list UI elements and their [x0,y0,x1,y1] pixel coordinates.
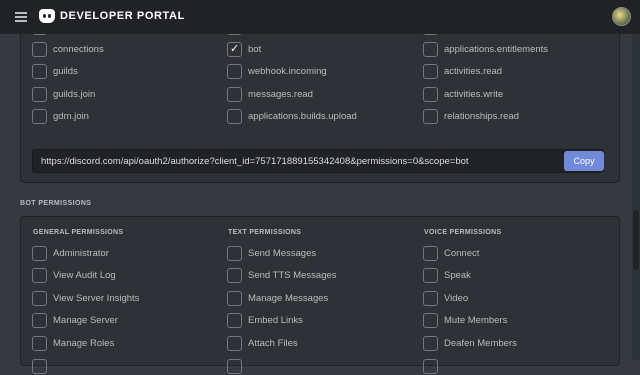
scope-item-webhook-incoming[interactable]: webhook.incoming [227,63,327,81]
permission-checkbox[interactable] [32,335,47,351]
permission-checkbox[interactable] [227,290,242,306]
top-bar: DEVELOPER PORTAL [0,0,640,34]
permission-item-manage-messages[interactable]: Manage Messages [227,289,328,307]
permission-item-view-server-insights[interactable]: View Server Insights [32,289,139,307]
generated-url-text[interactable]: https://discord.com/api/oauth2/authorize… [41,156,469,167]
permission-checkbox[interactable] [32,313,47,329]
permission-label: Manage Messages [248,292,329,304]
permission-checkbox[interactable] [423,335,438,351]
scope-checkbox[interactable] [227,86,242,102]
permission-item-connect[interactable]: Connect [423,244,479,262]
text-permissions-title: TEXT PERMISSIONS [228,229,302,236]
scope-checkbox[interactable] [423,86,438,102]
permission-item-send-tts-messages[interactable]: Send TTS Messages [227,267,337,285]
permission-checkbox[interactable] [227,335,242,351]
scope-label: applications.entitlements [444,43,549,55]
scope-item-connections[interactable]: connections [32,40,104,58]
scope-item-applications-entitlements[interactable]: applications.entitlements [423,40,548,58]
scope-label: messages.read [248,88,313,100]
scope-label: relationships.read [444,111,519,123]
permission-item-embed-links[interactable]: Embed Links [227,312,303,330]
scope-checkbox[interactable] [32,41,47,57]
permission-checkbox[interactable] [32,245,47,261]
permission-checkbox[interactable] [227,245,242,261]
permission-item-administrator[interactable]: Administrator [32,244,109,262]
user-avatar[interactable] [612,7,631,26]
permission-checkbox[interactable] [423,313,438,329]
general-permissions-title: GENERAL PERMISSIONS [33,229,124,236]
scope-label: connections [53,43,104,55]
permission-checkbox[interactable] [423,268,438,284]
permission-label: Attach Files [248,337,298,349]
permission-item-send-messages[interactable]: Send Messages [227,244,316,262]
scope-item-activities-write[interactable]: activities.write [423,85,503,103]
scope-item-activities-read[interactable]: activities.read [423,63,502,81]
scope-checkbox[interactable] [423,41,438,57]
permission-checkbox[interactable] [32,358,47,374]
scope-label: applications.builds.upload [248,111,357,123]
scope-label: activities.read [444,66,503,78]
copy-button[interactable]: Copy [564,151,604,171]
scope-label: gdm.join [53,111,89,123]
scope-item-messages-read[interactable]: messages.read [227,85,313,103]
permission-item-mute-members[interactable]: Mute Members [423,312,507,330]
scope-label: webhook.incoming [248,66,327,78]
permission-checkbox[interactable] [227,313,242,329]
permission-label: Manage Roles [53,337,115,349]
permission-label: Speak [444,270,471,282]
scope-checkbox[interactable] [227,64,242,80]
permission-checkbox[interactable] [32,268,47,284]
scope-checkbox[interactable] [32,64,47,80]
scope-checkbox[interactable] [32,86,47,102]
scope-checkbox[interactable] [423,109,438,125]
scope-item-applications-builds-upload[interactable]: applications.builds.upload [227,108,357,126]
permission-label: Manage Server [53,315,118,327]
permission-item-attach-files[interactable]: Attach Files [227,334,298,352]
permission-label: Video [444,292,469,304]
scope-item-gdm-join[interactable]: gdm.join [32,108,89,126]
scrollbar-track[interactable] [632,34,640,360]
permission-item-speak[interactable]: Speak [423,267,471,285]
permission-checkbox[interactable] [423,358,438,374]
permission-checkbox[interactable] [32,290,47,306]
permission-checkbox[interactable] [227,358,242,374]
permission-label: Deafen Members [444,337,517,349]
scope-checkbox[interactable] [32,109,47,125]
permission-label: Send Messages [248,247,317,259]
permission-label: Connect [444,247,480,259]
permission-item-view-audit-log[interactable]: View Audit Log [32,267,116,285]
discord-logo-icon[interactable] [39,9,55,23]
permission-item-manage-roles[interactable]: Manage Roles [32,334,114,352]
bot-permissions-title: BOT PERMISSIONS [20,200,92,207]
scrollbar-thumb[interactable] [633,210,639,270]
scope-checkbox[interactable] [227,41,242,57]
scope-item-bot[interactable]: bot [227,40,261,58]
brand-title[interactable]: DEVELOPER PORTAL [60,10,185,22]
permission-checkbox[interactable] [227,268,242,284]
scope-label: bot [248,43,262,55]
hamburger-icon[interactable] [15,12,27,22]
permission-checkbox[interactable] [423,245,438,261]
permission-label: Send TTS Messages [248,270,337,282]
permission-label: View Audit Log [53,270,116,282]
scope-label: guilds.join [53,88,96,100]
scope-item-guilds-join[interactable]: guilds.join [32,85,95,103]
scope-checkbox[interactable] [227,109,242,125]
scope-label: guilds [53,66,78,78]
generated-url-field[interactable]: https://discord.com/api/oauth2/authorize… [32,149,604,173]
permission-item-video[interactable]: Video [423,289,468,307]
scope-item-guilds[interactable]: guilds [32,63,78,81]
permission-label: Mute Members [444,315,508,327]
permission-label: View Server Insights [53,292,140,304]
scope-item-relationships-read[interactable]: relationships.read [423,108,519,126]
permission-item-manage-server[interactable]: Manage Server [32,312,118,330]
permission-checkbox[interactable] [423,290,438,306]
permission-item-deafen-members[interactable]: Deafen Members [423,334,517,352]
permission-label: Embed Links [248,315,303,327]
scope-checkbox[interactable] [423,64,438,80]
permission-label: Administrator [53,247,109,259]
scope-label: activities.write [444,88,504,100]
voice-permissions-title: VOICE PERMISSIONS [424,229,502,236]
